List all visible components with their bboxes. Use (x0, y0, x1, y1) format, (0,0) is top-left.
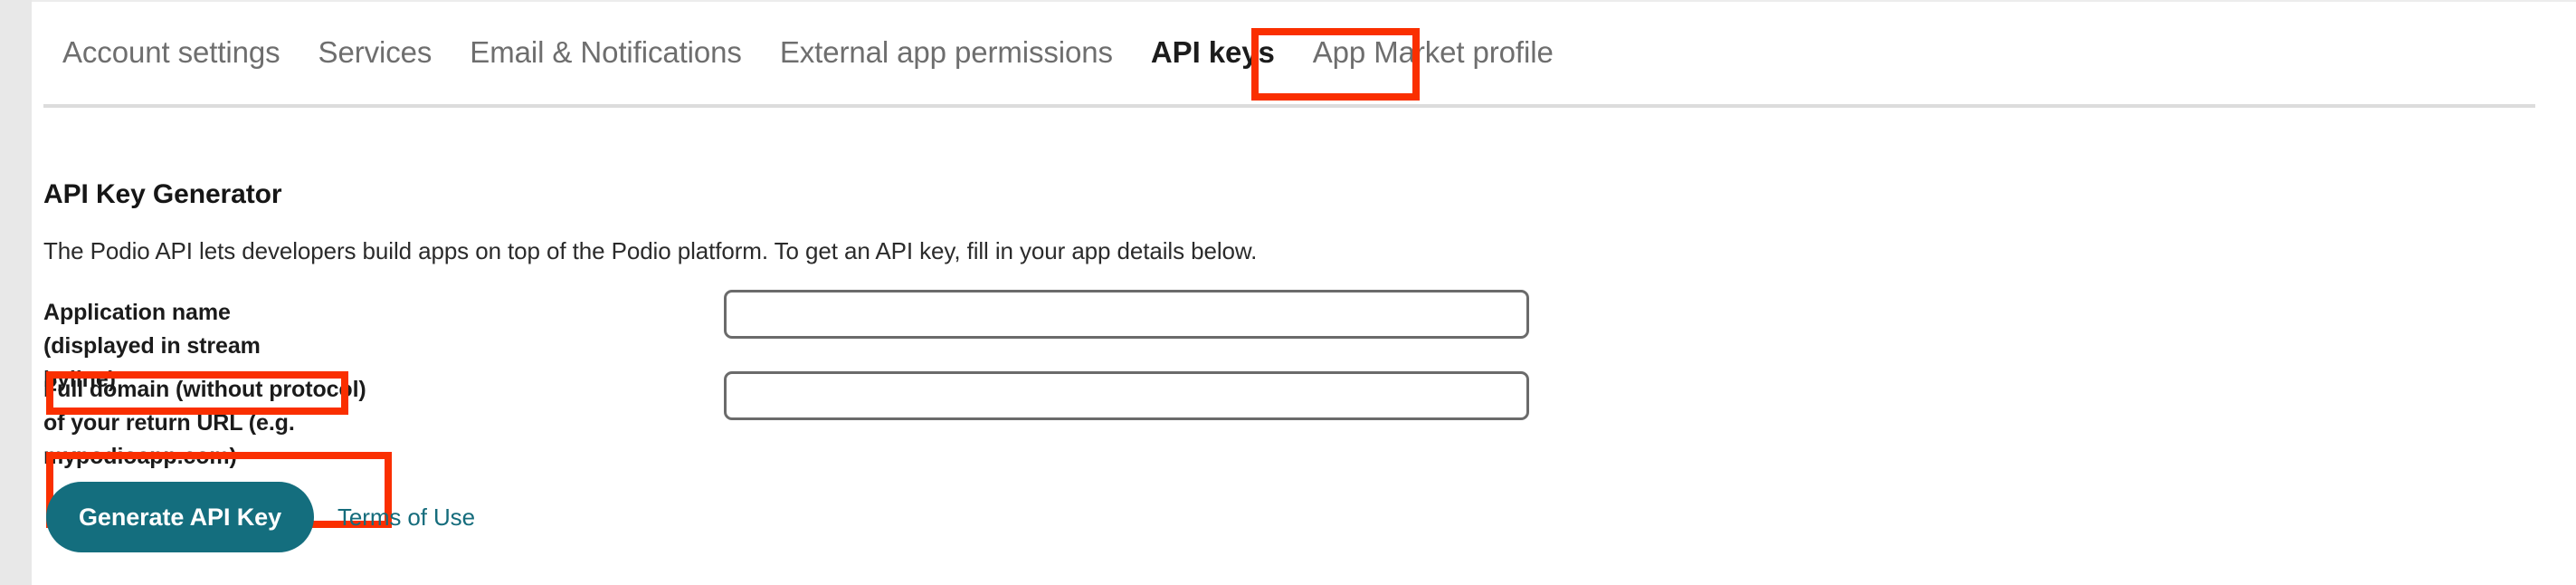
tabbar-underline (43, 104, 2535, 108)
tab-email-notifications[interactable]: Email & Notifications (451, 34, 761, 71)
content-area: Account settings Services Email & Notifi… (32, 2, 2576, 585)
tab-services[interactable]: Services (299, 34, 452, 71)
page-description: The Podio API lets developers build apps… (43, 237, 1258, 264)
input-application-name[interactable] (724, 290, 1529, 339)
page-title: API Key Generator (43, 179, 282, 209)
page-root: Account settings Services Email & Notifi… (0, 0, 2576, 585)
tab-external-app-permissions[interactable]: External app permissions (761, 34, 1132, 71)
tab-app-market-profile[interactable]: App Market profile (1294, 34, 1573, 71)
tab-account-settings[interactable]: Account settings (43, 34, 299, 71)
left-rail (0, 0, 32, 585)
input-full-domain[interactable] (724, 371, 1529, 420)
generate-api-key-button[interactable]: Generate API Key (46, 482, 314, 552)
settings-tabbar: Account settings Services Email & Notifi… (32, 2, 2576, 109)
label-full-domain: Full domain (without protocol) of your r… (43, 377, 366, 469)
form-actions: Generate API Key Terms of Use (46, 482, 475, 552)
terms-of-use-link[interactable]: Terms of Use (337, 503, 475, 532)
tab-list: Account settings Services Email & Notifi… (43, 34, 1573, 71)
tab-api-keys[interactable]: API keys (1132, 34, 1294, 71)
